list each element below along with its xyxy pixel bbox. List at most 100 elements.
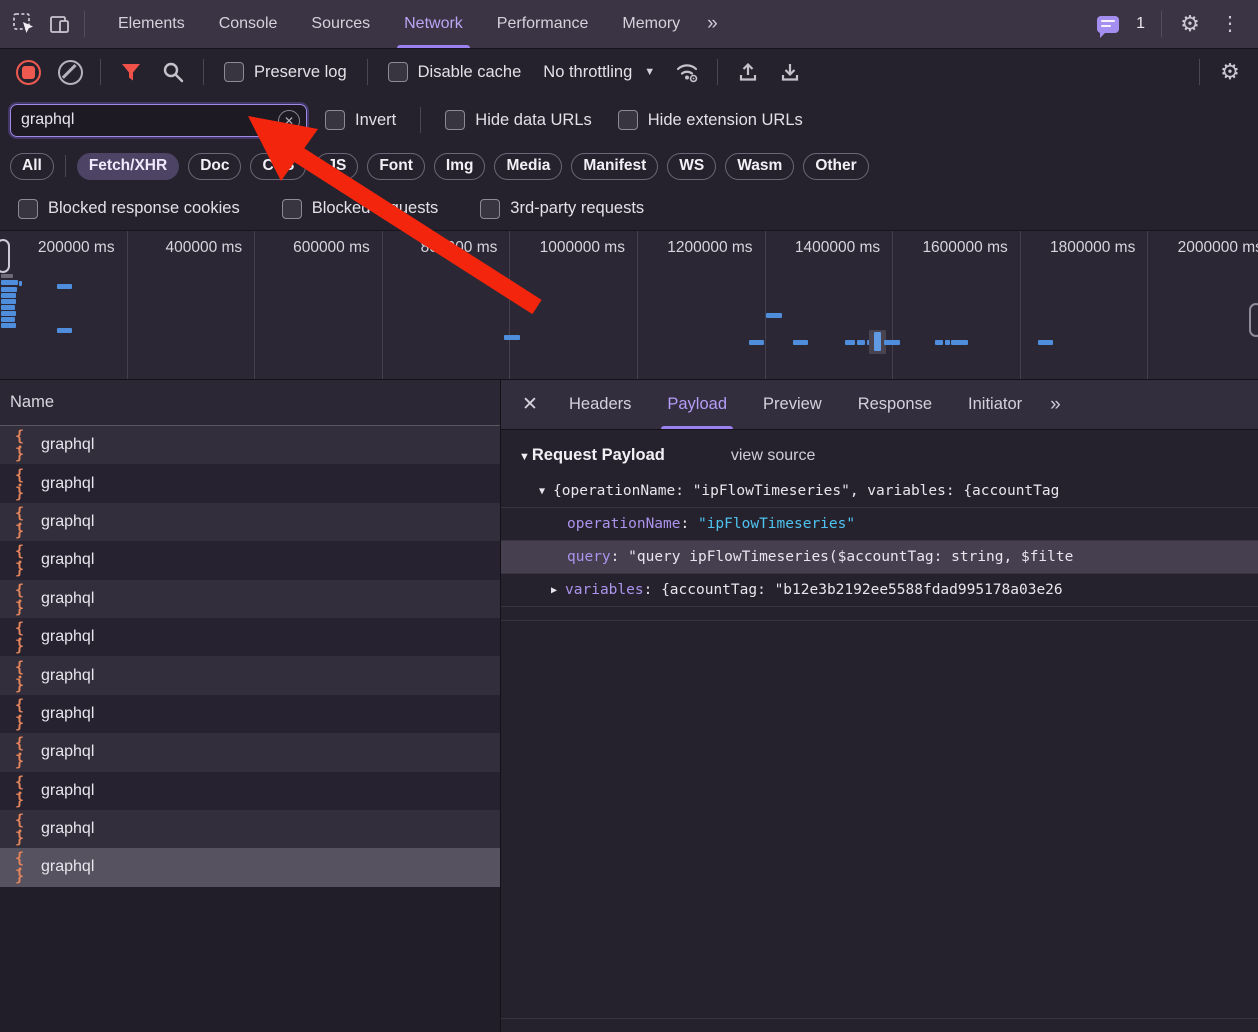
tab-console[interactable]: Console <box>202 0 295 48</box>
payload-row[interactable]: ▶variables: {accountTag: "b12e3b2192ee55… <box>501 573 1258 606</box>
chip-js[interactable]: JS <box>315 153 358 180</box>
disable-cache-control[interactable]: Disable cache <box>388 62 522 82</box>
timeline-tick-label: 1000000 ms <box>510 231 637 257</box>
expand-arrow-icon[interactable]: ▶ <box>551 585 557 596</box>
chip-css[interactable]: CSS <box>250 153 306 180</box>
request-row[interactable]: { }graphql <box>0 656 500 694</box>
import-har-button[interactable] <box>730 54 766 90</box>
request-row[interactable]: { }graphql <box>0 772 500 810</box>
name-column-header[interactable]: Name <box>0 380 500 426</box>
chip-other[interactable]: Other <box>803 153 868 180</box>
timeline-right-handle[interactable] <box>1249 303 1258 337</box>
request-name: graphql <box>41 743 94 761</box>
third-party-control[interactable]: 3rd-party requests <box>480 199 644 219</box>
tab-elements[interactable]: Elements <box>101 0 202 48</box>
request-row[interactable]: { }graphql <box>0 503 500 541</box>
more-panels-icon[interactable]: » <box>697 13 726 35</box>
detail-tab-payload[interactable]: Payload <box>649 380 745 429</box>
chip-fetch-xhr[interactable]: Fetch/XHR <box>77 153 179 180</box>
request-row[interactable]: { }graphql <box>0 464 500 502</box>
request-row[interactable]: { }graphql <box>0 733 500 771</box>
request-timing-bar <box>1 323 16 328</box>
clear-filter-icon[interactable]: ✕ <box>278 110 300 132</box>
timeline-tick-label: 2000000 ms <box>1148 231 1258 257</box>
tab-performance[interactable]: Performance <box>480 0 606 48</box>
hide-data-urls-checkbox[interactable] <box>445 110 465 130</box>
export-har-button[interactable] <box>772 54 808 90</box>
devtools-window: ElementsConsoleSourcesNetworkPerformance… <box>0 0 1258 1032</box>
tab-sources[interactable]: Sources <box>294 0 387 48</box>
request-row[interactable]: { }graphql <box>0 848 500 886</box>
hide-extension-urls-control[interactable]: Hide extension URLs <box>618 110 803 130</box>
divider <box>717 59 718 85</box>
collapse-triangle-icon[interactable]: ▼ <box>519 451 530 463</box>
filter-input[interactable] <box>10 104 307 137</box>
chip-font[interactable]: Font <box>367 153 425 180</box>
filter-box: ✕ <box>10 104 307 137</box>
network-main-area: Name { }graphql{ }graphql{ }graphql{ }gr… <box>0 380 1258 1032</box>
request-row[interactable]: { }graphql <box>0 618 500 656</box>
json-braces-icon: { } <box>10 849 30 885</box>
payload-row[interactable]: operationName: "ipFlowTimeseries" <box>501 507 1258 540</box>
tab-network[interactable]: Network <box>387 0 480 48</box>
payload-summary-row[interactable]: ▼ {operationName: "ipFlowTimeseries", va… <box>501 475 1258 507</box>
throttling-value: No throttling <box>543 63 632 82</box>
settings-button[interactable]: ⚙ <box>1172 6 1208 42</box>
request-timing-bar <box>1 305 15 310</box>
invert-control[interactable]: Invert <box>325 110 396 130</box>
hide-data-urls-control[interactable]: Hide data URLs <box>445 110 591 130</box>
preserve-log-control[interactable]: Preserve log <box>224 62 347 82</box>
chip-img[interactable]: Img <box>434 153 486 180</box>
request-timing-bar <box>1 274 13 278</box>
request-name: graphql <box>41 590 94 608</box>
hide-extension-urls-checkbox[interactable] <box>618 110 638 130</box>
timeline-left-handle[interactable] <box>0 239 10 273</box>
clear-network-log-button[interactable] <box>52 54 88 90</box>
network-conditions-button[interactable] <box>669 54 705 90</box>
disable-cache-checkbox[interactable] <box>388 62 408 82</box>
tab-memory[interactable]: Memory <box>605 0 697 48</box>
network-settings-button[interactable]: ⚙ <box>1212 54 1248 90</box>
timeline-tick-label: 800000 ms <box>383 231 510 257</box>
filter-toggle-button[interactable] <box>113 54 149 90</box>
chip-all[interactable]: All <box>10 153 54 180</box>
record-network-log-button[interactable] <box>10 54 46 90</box>
detail-tab-preview[interactable]: Preview <box>745 380 840 429</box>
search-button[interactable] <box>155 54 191 90</box>
blocked-cookies-checkbox[interactable] <box>18 199 38 219</box>
expand-arrow-icon[interactable]: ▼ <box>539 486 545 497</box>
payload-row[interactable]: query: "query ipFlowTimeseries($accountT… <box>501 540 1258 573</box>
request-row[interactable]: { }graphql <box>0 426 500 464</box>
throttling-select[interactable]: No throttling ▼ <box>543 63 655 82</box>
invert-checkbox[interactable] <box>325 110 345 130</box>
issues-button[interactable] <box>1090 6 1126 42</box>
chip-wasm[interactable]: Wasm <box>725 153 794 180</box>
request-row[interactable]: { }graphql <box>0 541 500 579</box>
blocked-requests-control[interactable]: Blocked requests <box>282 199 439 219</box>
network-overview-timeline[interactable]: 200000 ms400000 ms600000 ms800000 ms1000… <box>0 230 1258 380</box>
third-party-checkbox[interactable] <box>480 199 500 219</box>
chip-doc[interactable]: Doc <box>188 153 241 180</box>
close-detail-button[interactable]: ✕ <box>509 380 551 429</box>
device-toolbar-button[interactable] <box>42 6 78 42</box>
topbar-right-controls: 1 ⚙ ⋮ <box>1090 6 1248 42</box>
chip-media[interactable]: Media <box>494 153 562 180</box>
more-detail-tabs-icon[interactable]: » <box>1040 394 1069 416</box>
request-row[interactable]: { }graphql <box>0 810 500 848</box>
request-row[interactable]: { }graphql <box>0 580 500 618</box>
blocked-cookies-control[interactable]: Blocked response cookies <box>18 199 240 219</box>
request-row[interactable]: { }graphql <box>0 695 500 733</box>
preserve-log-checkbox[interactable] <box>224 62 244 82</box>
inspect-element-button[interactable] <box>6 6 42 42</box>
timeline-tick-label: 200000 ms <box>0 231 127 257</box>
main-menu-button[interactable]: ⋮ <box>1212 6 1248 42</box>
request-name: graphql <box>41 475 94 493</box>
chip-ws[interactable]: WS <box>667 153 716 180</box>
detail-tab-initiator[interactable]: Initiator <box>950 380 1040 429</box>
detail-tab-headers[interactable]: Headers <box>551 380 649 429</box>
detail-tab-response[interactable]: Response <box>840 380 950 429</box>
request-detail-pane: ✕ HeadersPayloadPreviewResponseInitiator… <box>501 380 1258 1032</box>
blocked-requests-checkbox[interactable] <box>282 199 302 219</box>
view-source-link[interactable]: view source <box>731 447 815 465</box>
chip-manifest[interactable]: Manifest <box>571 153 658 180</box>
